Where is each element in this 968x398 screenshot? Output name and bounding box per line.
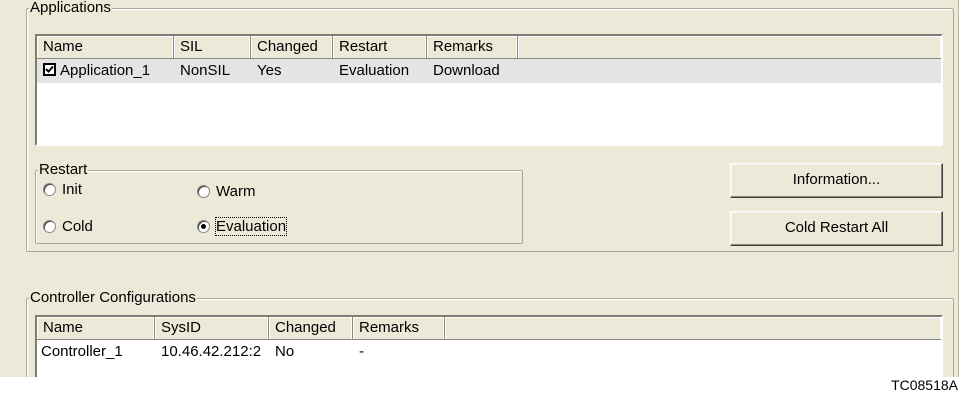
controllers-list[interactable]: Name SysID Changed Remarks Controller_1 … bbox=[35, 315, 943, 377]
application-changed: Yes bbox=[257, 62, 282, 79]
restart-group-title: Restart bbox=[38, 161, 89, 178]
column-header-filler bbox=[518, 36, 941, 59]
table-row[interactable]: Application_1 NonSIL Yes Evaluation Down… bbox=[37, 59, 941, 83]
figure-caption: TC08518A bbox=[891, 377, 958, 393]
radio-evaluation[interactable] bbox=[197, 220, 210, 233]
controller-changed: No bbox=[275, 343, 295, 360]
restart-option-cold[interactable]: Cold bbox=[43, 218, 93, 236]
controller-configurations-group-title: Controller Configurations bbox=[29, 289, 197, 306]
application-remarks: Download bbox=[433, 62, 500, 79]
radio-label-init: Init bbox=[62, 181, 83, 198]
application-sil: NonSIL bbox=[180, 62, 231, 79]
column-header-sil[interactable]: SIL bbox=[174, 36, 251, 59]
information-button[interactable]: Information... bbox=[730, 163, 943, 198]
column-header-remarks[interactable]: Remarks bbox=[427, 36, 518, 59]
checkmark-icon bbox=[45, 65, 54, 73]
dialog-panel: Applications Name SIL Changed Restart Re… bbox=[0, 0, 959, 377]
table-row[interactable]: Controller_1 10.46.42.212:2 No - bbox=[37, 340, 941, 364]
radio-init[interactable] bbox=[43, 183, 56, 196]
restart-option-evaluation[interactable]: Evaluation bbox=[197, 217, 288, 236]
controller-name: Controller_1 bbox=[41, 343, 123, 360]
radio-label-warm: Warm bbox=[216, 183, 256, 200]
applications-list[interactable]: Name SIL Changed Restart Remarks Applica… bbox=[35, 34, 943, 146]
controller-remarks: - bbox=[359, 343, 364, 360]
controllers-list-header: Name SysID Changed Remarks bbox=[37, 317, 941, 340]
column-header-remarks[interactable]: Remarks bbox=[353, 317, 445, 340]
radio-label-evaluation: Evaluation bbox=[214, 217, 288, 236]
application-name-cell: Application_1 bbox=[37, 59, 174, 83]
cold-restart-all-button[interactable]: Cold Restart All bbox=[730, 211, 943, 246]
restart-option-init[interactable]: Init bbox=[43, 181, 82, 199]
column-header-changed[interactable]: Changed bbox=[251, 36, 333, 59]
application-name: Application_1 bbox=[60, 62, 151, 79]
application-restart: Evaluation bbox=[339, 62, 410, 79]
controller-sysid: 10.46.42.212:2 bbox=[161, 343, 262, 360]
restart-option-warm[interactable]: Warm bbox=[197, 183, 255, 201]
column-header-filler bbox=[445, 317, 941, 340]
column-header-name[interactable]: Name bbox=[37, 36, 174, 59]
applications-group-title: Applications bbox=[29, 0, 112, 16]
applications-list-header: Name SIL Changed Restart Remarks bbox=[37, 36, 941, 59]
column-header-name[interactable]: Name bbox=[37, 317, 155, 340]
column-header-changed[interactable]: Changed bbox=[269, 317, 353, 340]
column-header-sysid[interactable]: SysID bbox=[155, 317, 269, 340]
application-checkbox[interactable] bbox=[43, 63, 56, 76]
radio-cold[interactable] bbox=[43, 220, 56, 233]
column-header-restart[interactable]: Restart bbox=[333, 36, 427, 59]
radio-label-cold: Cold bbox=[62, 218, 93, 235]
radio-warm[interactable] bbox=[197, 185, 210, 198]
